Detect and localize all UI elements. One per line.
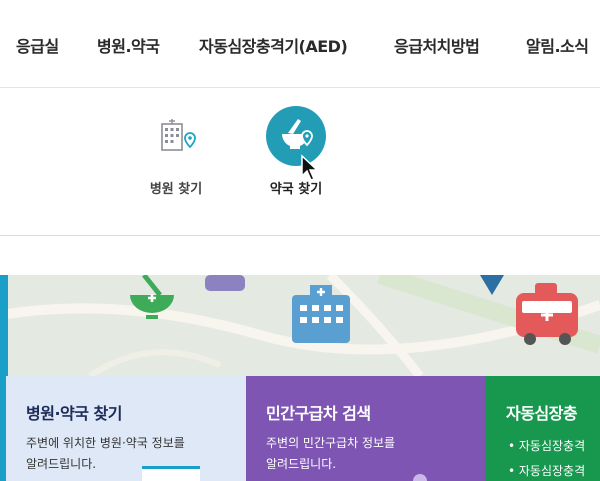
nav-item-hospital-pharmacy[interactable]: 병원.약국: [97, 33, 160, 57]
nav-item-first-aid[interactable]: 응급처치방법: [394, 33, 480, 57]
submenu-item-pharmacy-search[interactable]: 약국 찾기: [251, 106, 341, 197]
card-desc-private-ambulance: 주변의 민간구급차 정보를 알려드립니다.: [266, 436, 396, 471]
nav-item-notice-news[interactable]: 알림.소식: [526, 33, 589, 57]
card-decoration-dot: [413, 474, 427, 481]
card-title-hospital-pharmacy: 병원·약국 찾기: [26, 404, 122, 423]
card-illustration: [142, 466, 200, 481]
nav-item-emergency-room[interactable]: 응급실: [16, 33, 59, 57]
card-aed-list-item[interactable]: • 자동심장충격: [508, 459, 585, 481]
hospital-building-icon: [146, 106, 206, 166]
card-hospital-pharmacy[interactable]: 병원·약국 찾기 주변에 위치한 병원·약국 정보를 알려드립니다.: [0, 376, 246, 481]
card-aed-list: • 자동심장충격 • 자동심장충격: [508, 434, 585, 481]
submenu-item-hospital-search[interactable]: 병원 찾기: [131, 106, 221, 197]
spacer-band: [0, 237, 600, 275]
card-desc-hospital-pharmacy: 주변에 위치한 병원·약국 정보를 알려드립니다.: [26, 436, 185, 471]
card-aed-list-item[interactable]: • 자동심장충격: [508, 434, 585, 459]
card-private-ambulance[interactable]: 민간구급차 검색 주변의 민간구급차 정보를 알려드립니다.: [246, 376, 486, 481]
nav-item-aed[interactable]: 자동심장충격기(AED): [199, 33, 348, 57]
map-illustration: [0, 275, 600, 376]
card-title-private-ambulance: 민간구급차 검색: [266, 404, 371, 423]
submenu-label-hospital: 병원 찾기: [149, 182, 203, 197]
card-title-aed: 자동심장충: [506, 404, 578, 423]
submenu-label-pharmacy: 약국 찾기: [269, 182, 323, 197]
mouse-cursor-icon: [301, 154, 319, 181]
top-navigation: 응급실 병원.약국 자동심장충격기(AED) 응급처치방법 알림.소식: [0, 0, 600, 88]
card-aed[interactable]: 자동심장충 • 자동심장충격 • 자동심장충격: [486, 376, 600, 481]
submenu-panel: 병원 찾기 약국 찾기: [0, 88, 600, 236]
